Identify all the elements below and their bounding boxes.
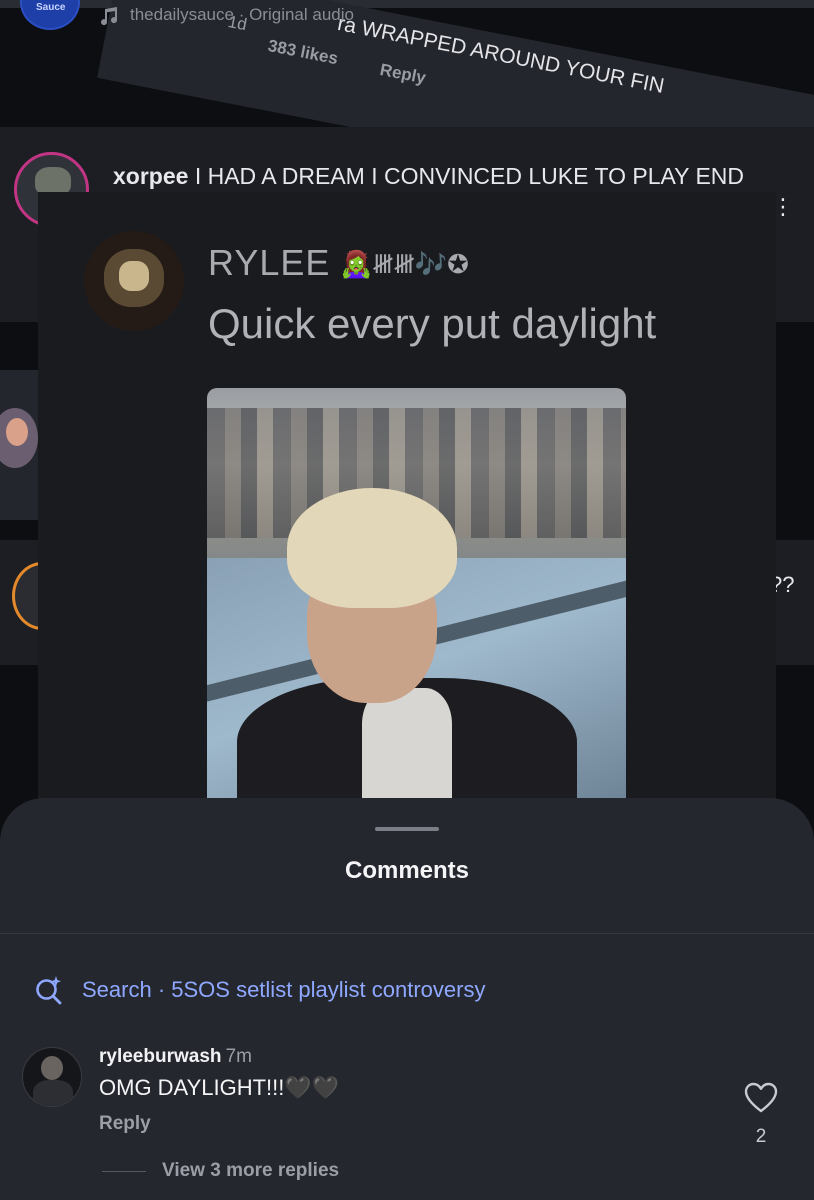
avatar[interactable] (22, 1047, 82, 1107)
account-avatar[interactable]: Sauce (20, 0, 80, 30)
post-photo (207, 388, 626, 812)
background-comment: xorpee I HAD A DREAM I CONVINCED LUKE TO… (113, 163, 744, 190)
replies-divider (102, 1171, 146, 1172)
post-author-name: RYLEE (208, 242, 331, 283)
reply-button[interactable]: Reply (99, 1113, 151, 1135)
sheet-divider (0, 933, 814, 934)
view-more-replies-button[interactable]: View 3 more replies (162, 1160, 339, 1182)
comment-username[interactable]: ryleeburwash (99, 1046, 222, 1067)
background-comment-username: xorpee (113, 163, 189, 189)
audio-attribution[interactable]: Sauce thedailysauce · Original audio (0, 0, 814, 32)
comment-text: OMG DAYLIGHT!!!🖤🖤 (99, 1075, 340, 1100)
audio-account: thedailysauce (130, 5, 234, 24)
sheet-title: Comments (344, 857, 470, 884)
background-comment-text: I HAD A DREAM I CONVINCED LUKE TO PLAY E… (194, 163, 744, 189)
account-avatar-label: Sauce (36, 2, 66, 13)
post-author-avatar (84, 231, 184, 331)
comment-header: ryleeburwash 7m (99, 1046, 252, 1068)
audio-title: Original audio (249, 5, 354, 24)
photo-hair (287, 488, 457, 608)
like-count: 2 (755, 1126, 767, 1147)
comment-time: 7m (225, 1046, 252, 1067)
search-suggestion-label: Search · 5SOS setlist playlist controver… (82, 977, 486, 1002)
audio-label: thedailysauce · Original audio (130, 5, 354, 25)
photo-shirt (362, 688, 452, 808)
post-text: Quick every put daylight (208, 300, 657, 347)
search-sparkle-icon (36, 976, 62, 1005)
music-note-icon (101, 7, 118, 26)
post-author-emojis: 🧟‍♀️𝍸𝍸🎶✪ (340, 249, 469, 279)
audio-separator: · (233, 5, 250, 24)
search-suggestion[interactable]: Search · 5SOS setlist playlist controver… (34, 974, 485, 1006)
heart-icon[interactable] (744, 1082, 778, 1114)
sheet-drag-handle[interactable] (375, 827, 439, 831)
